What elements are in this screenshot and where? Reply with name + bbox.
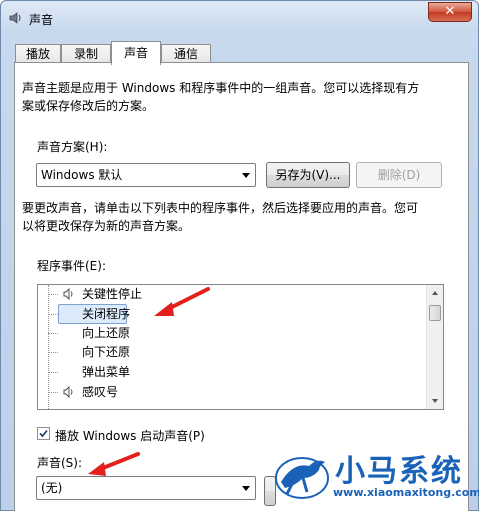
program-events-list[interactable]: 关键性停止 关闭程序 向上还原 向下还原 弹出菜单 感叹号 [37, 284, 444, 410]
speaker-icon [63, 288, 73, 300]
tab-label: 声音 [123, 46, 148, 60]
horse-logo-icon [275, 457, 329, 499]
speaker-icon [9, 12, 21, 24]
watermark-url: www.xiaomaxitong.com [333, 486, 479, 499]
instruction-text: 要更改声音，请单击以下列表中的程序事件，然后选择要应用的声音。您可 以将更改保存… [22, 199, 452, 235]
scroll-up-icon[interactable] [432, 291, 438, 295]
sound-label: 声音(S): [37, 456, 83, 470]
speaker-icon [63, 386, 73, 398]
tab-label: 录制 [73, 47, 98, 61]
event-label: 关键性停止 [82, 287, 143, 301]
sound-scheme-select[interactable]: Windows 默认 [36, 163, 256, 187]
description-line: 案或保存修改后的方案。 [22, 99, 155, 113]
description-text: 声音主题是应用于 Windows 和程序事件中的一组声音。您可以选择现有方 案或… [22, 79, 452, 115]
list-item[interactable]: 关键性停止 [38, 285, 426, 304]
list-item[interactable]: 弹出菜单 [38, 363, 426, 382]
scheme-selected-value: Windows 默认 [41, 168, 123, 182]
sound-select[interactable]: (无) [36, 476, 256, 500]
tab-label: 播放 [25, 47, 50, 61]
delete-button[interactable]: 删除(D) [356, 162, 442, 188]
event-label: 向上还原 [82, 326, 131, 340]
list-item-selected[interactable]: 关闭程序 [38, 304, 426, 323]
description-line: 声音主题是应用于 Windows 和程序事件中的一组声音。您可以选择现有方 [22, 81, 420, 95]
startup-sound-label[interactable]: 播放 Windows 启动声音(P) [55, 427, 205, 444]
tab-communications[interactable]: 通信 [161, 44, 211, 64]
event-label: 向下还原 [82, 345, 131, 359]
checkmark-icon [39, 429, 48, 438]
annotation-arrow-icon [88, 452, 140, 476]
tab-label: 通信 [173, 47, 198, 61]
instruction-line: 以将更改保存为新的声音方案。 [22, 219, 191, 233]
sound-selected-value: (无) [41, 481, 63, 495]
watermark-title: 小马系统 [335, 454, 463, 489]
delete-label: 删除(D) [377, 168, 421, 182]
tab-recording[interactable]: 录制 [61, 44, 111, 64]
startup-sound-checkbox[interactable] [37, 427, 50, 440]
close-button[interactable]: ✕ [428, 2, 472, 22]
save-as-label: 另存为(V)... [275, 168, 341, 182]
instruction-line: 要更改声音，请单击以下列表中的程序事件，然后选择要应用的声音。您可 [22, 201, 419, 215]
list-item[interactable]: 感叹号 [38, 383, 426, 402]
title-bar[interactable]: 声音 ✕ [1, 1, 478, 35]
event-label: 关闭程序 [82, 307, 131, 321]
chevron-down-icon [242, 486, 250, 491]
vertical-scrollbar[interactable] [426, 285, 443, 409]
scroll-thumb[interactable] [429, 305, 441, 321]
tab-playback[interactable]: 播放 [15, 44, 61, 64]
events-label: 程序事件(E): [37, 259, 106, 273]
list-item[interactable]: 向上还原 [38, 324, 426, 343]
event-label: 弹出菜单 [82, 365, 131, 379]
tab-sounds[interactable]: 声音 [111, 41, 161, 65]
save-as-button[interactable]: 另存为(V)... [266, 162, 350, 188]
event-label: 感叹号 [82, 385, 119, 399]
scheme-label: 声音方案(H): [37, 140, 108, 154]
list-item[interactable]: 向下还原 [38, 343, 426, 362]
scroll-down-icon[interactable] [432, 399, 438, 403]
close-icon: ✕ [444, 4, 456, 19]
chevron-down-icon [242, 173, 250, 178]
watermark-logo: 小马系统 www.xiaomaxitong.com [273, 446, 479, 511]
window-title: 声音 [29, 13, 54, 27]
annotation-arrow-icon [154, 287, 210, 316]
